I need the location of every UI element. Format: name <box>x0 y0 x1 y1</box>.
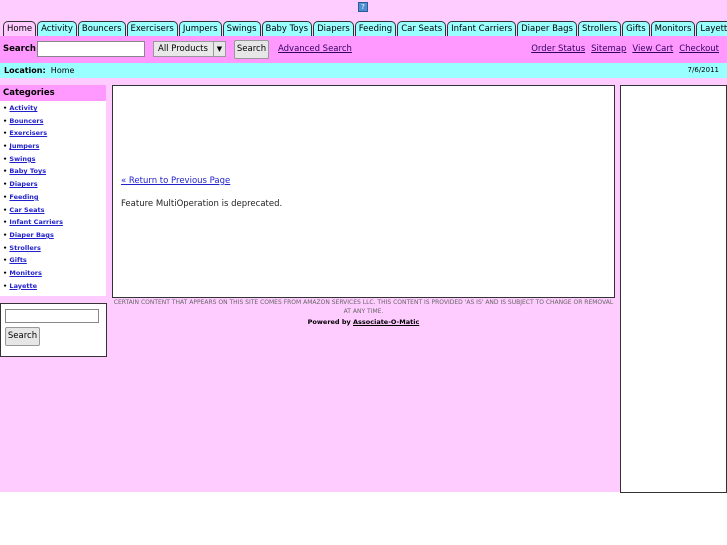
category-link-diapers[interactable]: Diapers <box>9 180 37 188</box>
category-item: • Activity <box>3 104 38 112</box>
category-item: • Layette <box>3 281 38 290</box>
tab-baby-toys[interactable]: Baby Toys <box>261 21 313 36</box>
return-link[interactable]: « Return to Previous Page <box>121 176 230 186</box>
location-value: Home <box>50 66 75 75</box>
tab-strollers[interactable]: Strollers <box>577 21 622 36</box>
category-item: • Diaper Bags <box>3 230 54 239</box>
sidebar-search: Search <box>0 303 107 357</box>
powered-by: Powered by Associate-O-Matic <box>112 318 615 326</box>
category-link-bouncers[interactable]: Bouncers <box>9 117 43 125</box>
order-status-link[interactable]: Order Status <box>531 44 585 54</box>
category-link-strollers[interactable]: Strollers <box>9 244 40 252</box>
category-link-gifts[interactable]: Gifts <box>9 256 26 264</box>
help-icon[interactable]: ? <box>358 2 368 12</box>
main-content: « Return to Previous Page Feature MultiO… <box>112 85 615 298</box>
category-tabs: Home Activity Bouncers Exercisers Jumpers Swi… <box>3 21 727 36</box>
associate-o-matic-link[interactable]: Associate-O-Matic <box>353 318 419 326</box>
sitemap-link[interactable]: Sitemap <box>591 44 626 54</box>
category-item: • Infant Carriers <box>3 218 63 227</box>
category-item: • Baby Toys <box>3 167 47 176</box>
category-link-jumpers[interactable]: Jumpers <box>9 142 39 150</box>
message: Feature MultiOperation is deprecated. <box>121 199 283 209</box>
category-item: • Monitors <box>3 268 42 277</box>
product-select[interactable]: All Products ▼ <box>153 41 226 57</box>
tab-gifts[interactable]: Gifts <box>622 21 650 36</box>
tab-bouncers[interactable]: Bouncers <box>77 21 126 36</box>
view-cart-link[interactable]: View Cart <box>632 44 673 54</box>
date: 7/6/2011 <box>687 66 719 74</box>
category-link-baby-toys[interactable]: Baby Toys <box>9 167 46 175</box>
category-item: • Jumpers <box>3 142 40 151</box>
category-item: • Diapers <box>3 180 38 189</box>
search-button[interactable]: Search <box>234 40 269 59</box>
tab-activity[interactable]: Activity <box>37 21 77 36</box>
category-item: • Gifts <box>3 256 27 265</box>
category-link-infant-carriers[interactable]: Infant Carriers <box>9 218 63 226</box>
category-link-layette[interactable]: Layette <box>9 282 37 290</box>
tab-car-seats[interactable]: Car Seats <box>397 21 447 36</box>
page-background: ? Home Activity Bouncers Exercisers Jumpers S… <box>0 0 727 493</box>
account-links: Order Status Sitemap View Cart Checkout <box>531 44 719 54</box>
tab-home[interactable]: Home <box>3 21 37 36</box>
search-input[interactable] <box>37 41 145 57</box>
category-item: • Swings <box>3 154 36 163</box>
checkout-link[interactable]: Checkout <box>679 44 719 54</box>
location-label: Location: <box>4 66 46 75</box>
category-link-swings[interactable]: Swings <box>9 155 35 163</box>
category-link-monitors[interactable]: Monitors <box>9 269 41 277</box>
product-select-value: All Products <box>158 44 208 54</box>
categories-title: Categories <box>0 85 106 101</box>
tab-swings[interactable]: Swings <box>222 21 261 36</box>
tab-monitors[interactable]: Monitors <box>650 21 696 36</box>
search-label: Search <box>3 44 36 54</box>
category-item: • Strollers <box>3 243 41 252</box>
category-item: • Car Seats <box>3 205 45 214</box>
tab-exercisers[interactable]: Exercisers <box>126 21 178 36</box>
tab-layette[interactable]: Layette <box>696 21 727 36</box>
category-item: • Bouncers <box>3 116 44 125</box>
category-link-activity[interactable]: Activity <box>9 104 37 112</box>
chevron-down-icon: ▼ <box>213 42 225 56</box>
right-column <box>620 85 727 493</box>
tab-jumpers[interactable]: Jumpers <box>178 21 222 36</box>
category-item: • Exercisers <box>3 129 48 138</box>
tab-feeding[interactable]: Feeding <box>354 21 397 36</box>
search-bar: Search All Products ▼ Search Advanced Sea… <box>0 36 727 63</box>
category-item: • Feeding <box>3 192 39 201</box>
category-link-diaper-bags[interactable]: Diaper Bags <box>9 231 53 239</box>
category-link-exercisers[interactable]: Exercisers <box>9 129 47 137</box>
advanced-search-link[interactable]: Advanced Search <box>278 44 352 54</box>
tab-diaper-bags[interactable]: Diaper Bags <box>517 21 577 36</box>
powered-by-label: Powered by <box>307 318 351 326</box>
category-link-car-seats[interactable]: Car Seats <box>9 206 44 214</box>
sidebar-search-input[interactable] <box>5 309 99 323</box>
location-bar: Location: Home 7/6/2011 <box>0 63 727 78</box>
tab-infant-carriers[interactable]: Infant Carriers <box>447 21 517 36</box>
disclaimer: CERTAIN CONTENT THAT APPEARS ON THIS SIT… <box>113 299 614 315</box>
sidebar-search-button[interactable]: Search <box>5 327 40 346</box>
category-link-feeding[interactable]: Feeding <box>9 193 38 201</box>
tab-diapers[interactable]: Diapers <box>313 21 354 36</box>
categories-panel: Categories • Activity • Bouncers • Exercis… <box>0 85 106 296</box>
categories-list: • Activity • Bouncers • Exercisers • Jumper… <box>0 101 106 294</box>
